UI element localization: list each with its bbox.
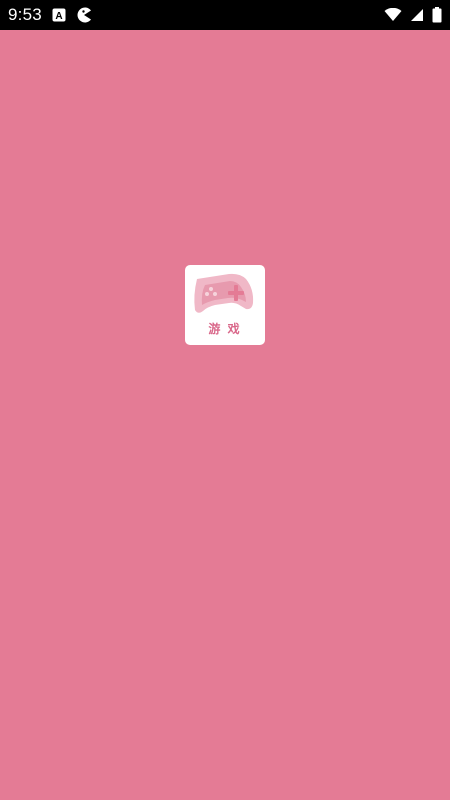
battery-icon <box>432 7 442 23</box>
svg-text:A: A <box>55 11 62 22</box>
wifi-icon <box>384 8 402 22</box>
accessibility-a-icon: A <box>52 8 66 22</box>
status-time: 9:53 <box>8 5 42 24</box>
app-logo: 游 戏 <box>185 265 265 345</box>
status-right <box>384 0 442 30</box>
pacman-icon <box>76 7 92 23</box>
logo-text: 游 戏 <box>208 322 242 336</box>
signal-icon <box>410 8 424 22</box>
splash-screen: 9:53 A 游 戏 <box>0 0 450 800</box>
status-left: 9:53 A <box>8 0 92 30</box>
status-bar: 9:53 A <box>0 0 450 30</box>
